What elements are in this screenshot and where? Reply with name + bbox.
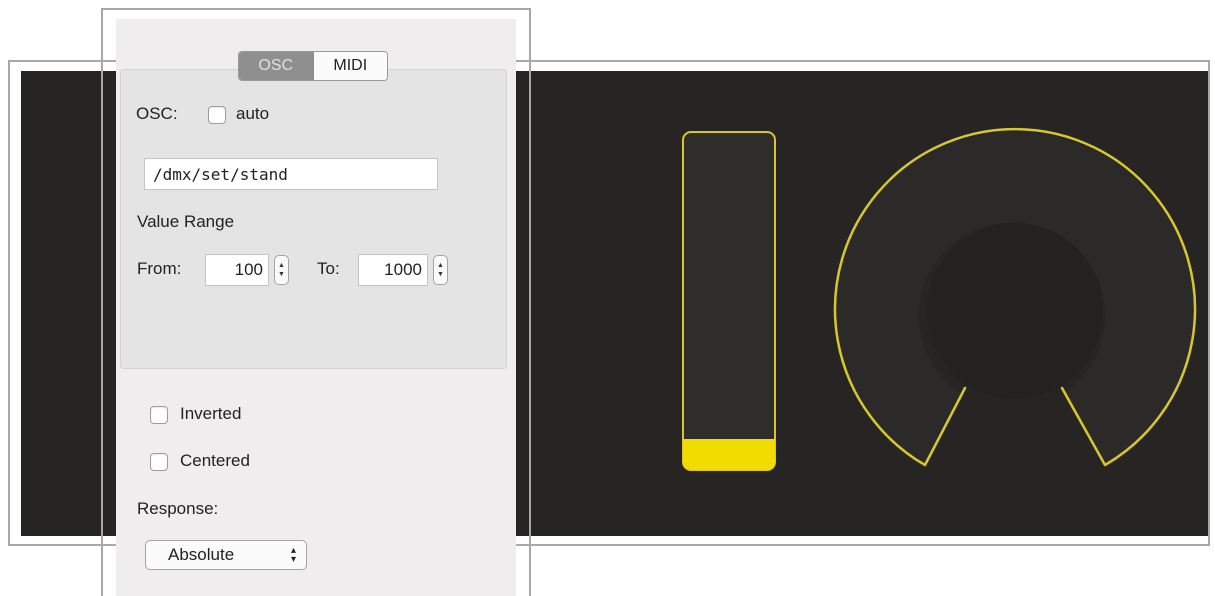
fader-widget[interactable] (682, 131, 776, 471)
osc-address-input[interactable] (144, 158, 438, 190)
from-label: From: (137, 259, 182, 278)
to-label: To: (317, 259, 340, 278)
select-arrows-icon: ▴ ▾ (290, 545, 296, 565)
knob-widget[interactable] (830, 126, 1200, 471)
centered-label: Centered (180, 451, 250, 470)
stepper-up-icon[interactable]: ▲ (437, 261, 444, 270)
stepper-down-icon[interactable]: ▼ (437, 270, 444, 279)
response-label: Response: (137, 499, 219, 518)
centered-checkbox[interactable] (150, 453, 168, 471)
from-value-input[interactable] (205, 254, 269, 286)
tab-midi[interactable]: MIDI (313, 52, 387, 80)
stepper-down-icon[interactable]: ▼ (278, 270, 285, 279)
from-stepper[interactable]: ▲ ▼ (274, 255, 289, 285)
to-stepper[interactable]: ▲ ▼ (433, 255, 448, 285)
value-range-title: Value Range (137, 212, 235, 231)
knob-hole (927, 223, 1103, 399)
fader-level-fill (683, 439, 775, 470)
to-value-input[interactable] (358, 254, 428, 286)
stepper-up-icon[interactable]: ▲ (278, 261, 285, 270)
response-select[interactable]: Absolute ▴ ▾ (145, 540, 307, 570)
osc-label: OSC: (136, 104, 178, 123)
inverted-checkbox[interactable] (150, 406, 168, 424)
response-selected-value: Absolute (168, 545, 235, 564)
protocol-tabs: OSC MIDI (238, 51, 388, 81)
auto-checkbox[interactable] (208, 106, 226, 124)
inverted-label: Inverted (180, 404, 242, 423)
auto-label: auto (236, 104, 270, 123)
tab-osc[interactable]: OSC (239, 52, 314, 80)
